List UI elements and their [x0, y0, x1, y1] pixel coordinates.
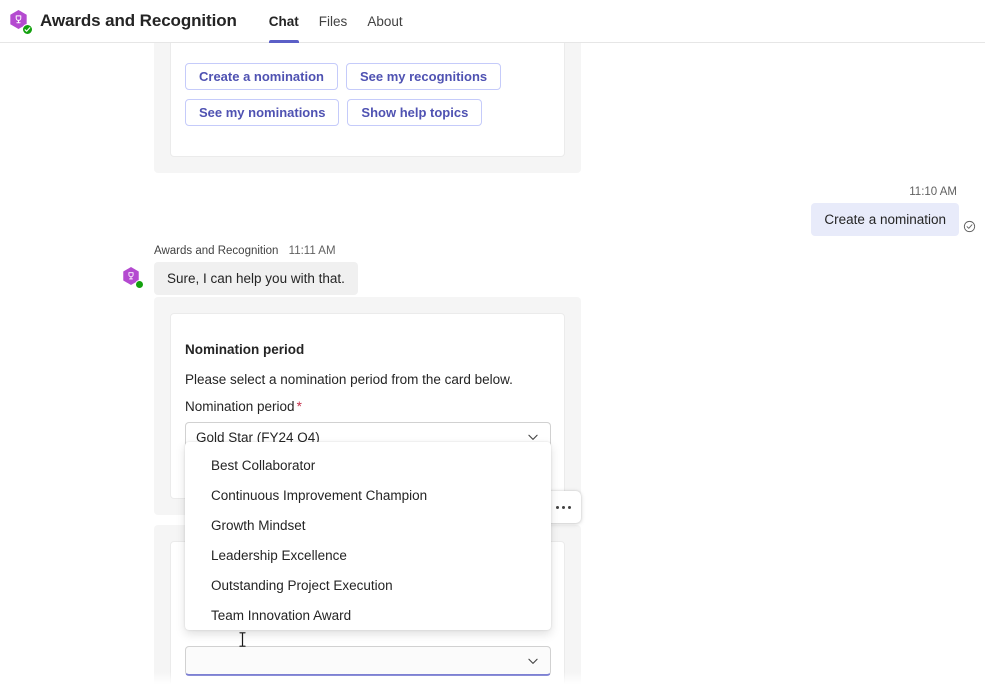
award-combobox[interactable]	[185, 646, 551, 676]
required-asterisk: *	[296, 399, 302, 414]
nav-tabs: Chat Files About	[259, 0, 413, 43]
dropdown-option-team-innovation-award[interactable]: Team Innovation Award	[185, 600, 551, 630]
outgoing-message-timestamp: 11:10 AM	[909, 186, 957, 198]
tab-files-label: Files	[318, 13, 348, 29]
dropdown-option-leadership-excellence[interactable]: Leadership Excellence	[185, 540, 551, 570]
chevron-down-icon[interactable]	[526, 654, 540, 668]
dropdown-option-continuous-improvement-champion[interactable]: Continuous Improvement Champion	[185, 480, 551, 510]
suggestion-card: Create a nomination See my recognitions …	[154, 43, 581, 173]
text-ibeam-cursor	[238, 631, 247, 648]
incoming-message-timestamp: 11:11 AM	[288, 245, 336, 257]
nomination-period-field-label: Nomination period *	[185, 399, 302, 414]
available-check-icon	[22, 24, 33, 35]
avatar	[122, 267, 144, 289]
tab-chat-label: Chat	[268, 13, 299, 29]
suggestion-button-group: Create a nomination See my recognitions …	[185, 63, 551, 126]
show-help-topics-button[interactable]: Show help topics	[347, 99, 483, 126]
more-options-button[interactable]	[546, 491, 581, 523]
outgoing-message-bubble[interactable]: Create a nomination	[811, 203, 959, 236]
nomination-card-heading: Nomination period	[185, 342, 305, 357]
nomination-period-label-text: Nomination period	[185, 399, 295, 414]
create-nomination-button[interactable]: Create a nomination	[185, 63, 338, 90]
avatar	[8, 9, 33, 35]
dropdown-option-best-collaborator[interactable]: Best Collaborator	[185, 450, 551, 480]
award-dropdown-listbox[interactable]: Best Collaborator Continuous Improvement…	[185, 442, 551, 630]
tab-chat[interactable]: Chat	[259, 0, 309, 43]
dropdown-option-growth-mindset[interactable]: Growth Mindset	[185, 510, 551, 540]
available-check-icon	[135, 280, 144, 289]
tab-about[interactable]: About	[357, 0, 412, 43]
sent-check-circle-icon	[963, 220, 976, 233]
see-my-recognitions-button[interactable]: See my recognitions	[345, 63, 502, 90]
tab-about-label: About	[367, 13, 403, 29]
incoming-message-sender: Awards and Recognition	[154, 245, 279, 257]
app-window: Awards and Recognition Chat Files About …	[0, 0, 985, 684]
chat-message-list[interactable]: Create a nomination See my recognitions …	[0, 43, 985, 684]
incoming-message-bubble[interactable]: Sure, I can help you with that.	[154, 262, 358, 295]
incoming-message-meta: Awards and Recognition 11:11 AM	[154, 245, 336, 257]
more-horizontal-icon	[556, 505, 571, 509]
page-title: Awards and Recognition	[40, 11, 237, 30]
see-my-nominations-button[interactable]: See my nominations	[185, 99, 340, 126]
nomination-card-description: Please select a nomination period from t…	[185, 372, 513, 387]
suggestion-card-body: Create a nomination See my recognitions …	[170, 43, 565, 157]
tab-files[interactable]: Files	[309, 0, 358, 43]
app-header: Awards and Recognition Chat Files About	[0, 0, 985, 43]
dropdown-option-outstanding-project-execution[interactable]: Outstanding Project Execution	[185, 570, 551, 600]
